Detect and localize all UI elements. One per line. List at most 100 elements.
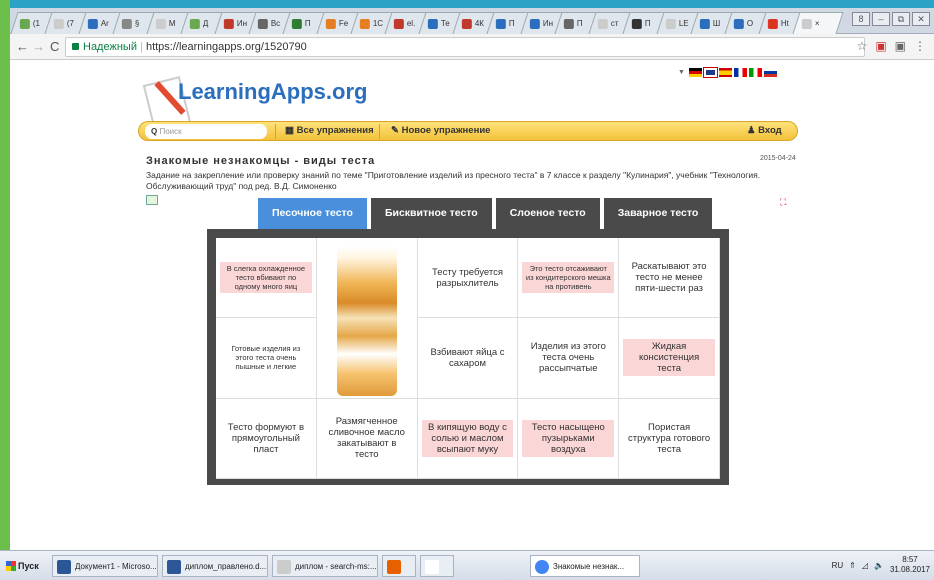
browser-tab[interactable]: × <box>792 12 844 34</box>
login-label: Вход <box>758 125 782 136</box>
extension-gray-icon[interactable]: ▣ <box>895 39 906 53</box>
taskbar-item-label: диплом - search-ms:... <box>295 561 377 571</box>
tab-shortcrust[interactable]: Песочное тесто <box>258 198 367 230</box>
tab-favicon-icon <box>495 18 506 29</box>
tab-favicon-icon <box>155 18 166 29</box>
puzzle-piece[interactable]: Взбивают яйца с сахаром <box>417 318 519 399</box>
screen: 8 – ⧉ ✕ (1 (7 Ar § M Д Ин Вс П Fe 1С el. Те 4К П Ин Пст П… <box>0 0 934 580</box>
window-restore-button[interactable]: ⧉ <box>892 12 910 26</box>
bookmark-star-icon[interactable]: ☆ <box>857 39 868 53</box>
flag-fr-icon[interactable] <box>733 68 747 77</box>
volume-icon[interactable]: 🔈 <box>874 561 884 570</box>
puzzle-piece[interactable]: Тесто насыщено пузырьками воздуха <box>518 398 620 479</box>
browser-tab-label: Ин <box>236 19 248 28</box>
start-button[interactable]: Пуск <box>4 557 46 575</box>
new-exercise-link[interactable]: ✎ Новое упражнение <box>391 125 490 136</box>
browser-tab-label: (1 <box>32 19 40 28</box>
window-user-button[interactable]: 8 <box>852 12 870 26</box>
taskbar-item[interactable] <box>420 555 454 577</box>
taskbar-item[interactable]: диплом_правлено.d... <box>162 555 268 577</box>
search-input[interactable]: Q Поиск <box>145 124 267 139</box>
puzzle-piece[interactable]: В кипящую воду с солью и маслом всыпают … <box>417 398 519 479</box>
puzzle-piece[interactable]: В слегка охлажденное тесто вбивают по од… <box>216 238 317 319</box>
flag-ru-icon[interactable] <box>763 68 777 77</box>
flag-it-icon[interactable] <box>748 68 762 77</box>
search-placeholder: Поиск <box>159 127 182 136</box>
clock-date: 31.08.2017 <box>889 565 930 574</box>
puzzle-piece-text: Готовые изделия из этого теста очень пыш… <box>231 344 301 372</box>
exercise-title: Знакомые незнакомцы - виды теста <box>146 155 376 167</box>
puzzle-piece[interactable]: Готовые изделия из этого теста очень пыш… <box>216 318 317 399</box>
app-icon <box>535 560 549 574</box>
back-icon[interactable]: ← <box>16 39 29 54</box>
browser-tab-label: Ин <box>542 19 554 28</box>
fullscreen-icon[interactable]: ⛶ <box>780 197 786 208</box>
taskbar-item[interactable] <box>382 555 416 577</box>
tab-choux[interactable]: Заварное тесто <box>603 198 713 230</box>
puzzle-piece[interactable]: Размягченное сливочное масло закатывают … <box>316 398 418 479</box>
puzzle-piece[interactable]: Раскатывают это тесто не менее пяти-шест… <box>619 238 720 319</box>
top-accent <box>0 0 934 8</box>
tab-favicon-icon <box>665 18 676 29</box>
new-exercise-label: Новое упражнение <box>401 125 491 136</box>
puzzle-piece-text: В кипящую воду с солью и маслом всыпают … <box>421 419 514 457</box>
puzzle-piece[interactable]: Жидкая консистенция теста <box>619 318 720 399</box>
taskbar-item-label: Знакомые незнак... <box>553 561 625 571</box>
taskbar-item[interactable]: Документ1 - Microso... <box>52 555 158 577</box>
user-icon: ♟ <box>747 125 756 136</box>
browser-tab-label: П <box>644 19 651 28</box>
puzzle-piece[interactable]: Тесто формуют в прямоугольный пласт <box>216 398 317 479</box>
left-accent <box>0 0 10 550</box>
browser-tab-label: П <box>508 19 515 28</box>
puzzle-piece-text: Это тесто отсаживают из кондитерского ме… <box>522 262 615 294</box>
taskbar: Пуск RU ⇑ ◿ 🔈 8:57 31.08.2017 Документ1 … <box>0 550 934 580</box>
tab-favicon-icon <box>563 18 574 29</box>
tab-favicon-icon <box>597 18 608 29</box>
browser-tab-label: 4К <box>474 19 484 28</box>
all-exercises-link[interactable]: ▦ Все упражнения <box>285 125 374 136</box>
puzzle-board: В слегка охлажденное тесто вбивают по од… <box>207 229 729 485</box>
url-text: https://learningapps.org/1520790 <box>145 41 307 53</box>
flag-uk-icon[interactable] <box>702 67 718 78</box>
language-flags: ▼ <box>678 67 777 78</box>
edit-icon[interactable] <box>146 195 158 205</box>
forward-icon[interactable]: → <box>32 39 45 54</box>
menu-icon[interactable]: ⋮ <box>914 39 926 53</box>
tray-expand-icon[interactable]: ⇑ <box>849 561 856 570</box>
window-minimize-button[interactable]: – <box>872 12 890 26</box>
clock[interactable]: 8:57 31.08.2017 <box>890 555 930 575</box>
window-close-button[interactable]: ✕ <box>912 12 930 26</box>
browser-tab-label: П <box>576 19 583 28</box>
category-tabs: Песочное тесто Бисквитное тесто Слоеное … <box>258 198 713 230</box>
network-icon[interactable]: ◿ <box>862 561 868 570</box>
extension-icon[interactable]: ▣ <box>875 39 886 53</box>
flag-de-icon[interactable] <box>688 68 702 77</box>
tab-favicon-icon <box>19 18 30 29</box>
tab-puff[interactable]: Слоеное тесто <box>495 198 600 230</box>
nav-divider <box>275 124 276 139</box>
tab-favicon-icon <box>223 18 234 29</box>
reload-icon[interactable]: C <box>50 39 59 54</box>
search-icon: Q <box>151 127 158 136</box>
tab-favicon-icon <box>733 18 744 29</box>
taskbar-item[interactable]: диплом - search-ms:... <box>272 555 378 577</box>
language-indicator[interactable]: RU <box>832 561 844 570</box>
browser-tab-label: M <box>168 19 176 28</box>
flag-es-icon[interactable] <box>718 68 732 77</box>
app-icon <box>277 560 291 574</box>
app-icon <box>167 560 181 574</box>
puzzle-piece[interactable]: Тесту требуется разрыхлитель <box>417 238 519 319</box>
tab-sponge[interactable]: Бисквитное тесто <box>370 198 492 230</box>
taskbar-item[interactable]: Знакомые незнак... <box>530 555 640 577</box>
puzzle-piece[interactable]: Это тесто отсаживают из кондитерского ме… <box>518 238 620 319</box>
browser-tab-label: 1С <box>372 19 384 28</box>
puzzle-piece[interactable]: Изделия из этого теста очень рассыпчатые <box>518 318 620 399</box>
browser-tab-label: (7 <box>66 19 74 28</box>
puzzle-piece-text: Тесто формуют в прямоугольный пласт <box>227 421 304 455</box>
puzzle-piece[interactable]: Пористая структура готового теста <box>619 398 720 479</box>
cookie-photo <box>336 246 397 396</box>
url-input[interactable]: Надежный | https://learningapps.org/1520… <box>65 37 865 57</box>
tab-favicon-icon <box>359 18 370 29</box>
login-link[interactable]: ♟ Вход <box>747 125 782 136</box>
language-dropdown-icon[interactable]: ▼ <box>678 69 685 76</box>
